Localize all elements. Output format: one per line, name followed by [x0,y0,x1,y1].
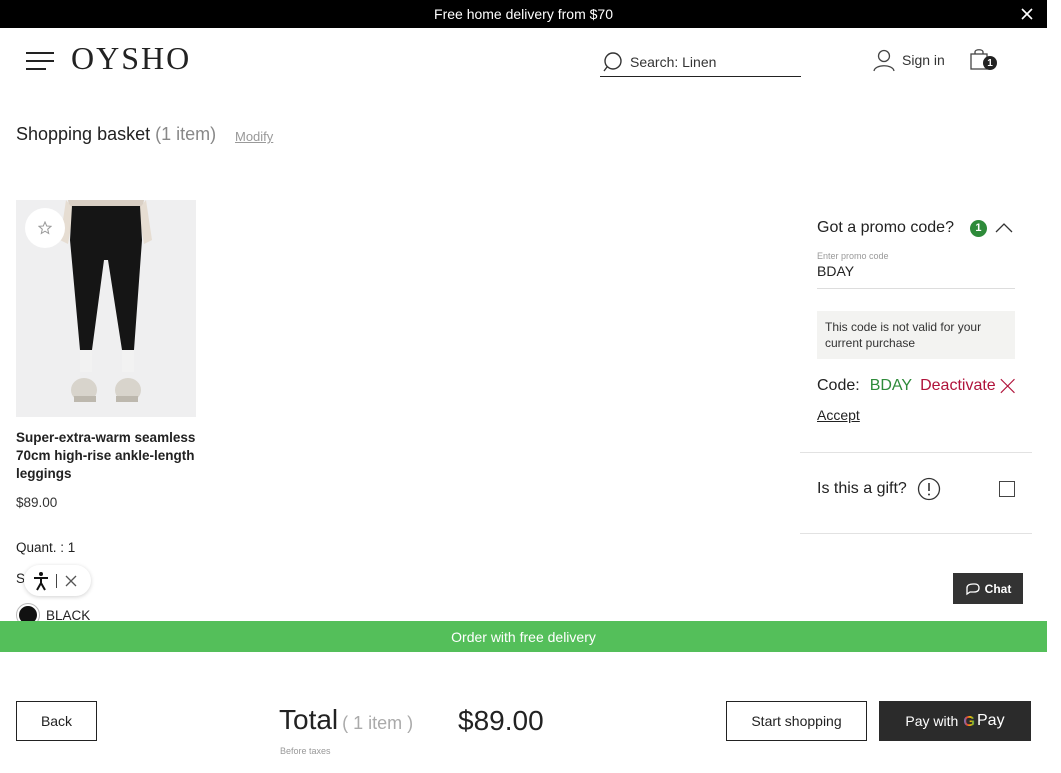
promo-field-label: Enter promo code [817,251,889,261]
product-image[interactable] [16,200,196,417]
promo-count-badge: 1 [969,219,987,237]
accept-button[interactable]: Accept [817,407,860,423]
close-icon[interactable] [1019,6,1035,22]
logo[interactable]: OYSHO [71,40,191,77]
product-price: $89.00 [16,495,58,510]
chat-label: Chat [984,581,1012,596]
menu-icon[interactable] [26,52,54,70]
gift-label: Is this a gift? [817,480,907,497]
free-delivery-text: Order with free delivery [451,628,596,645]
product-name[interactable]: Super-extra-warm seamless 70cm high-rise… [16,429,196,483]
bag-count-badge: 1 [983,56,997,70]
shopping-bag-button[interactable]: 1 [970,48,1000,74]
accessibility-widget[interactable] [24,565,91,596]
total-label: Total [279,704,339,735]
product-card: Super-extra-warm seamless 70cm high-rise… [16,200,196,555]
site-header: OYSHO Search: Linen Sign in 1 [0,28,1047,92]
code-label: Code: [817,377,860,394]
gpay-prefix: Pay with [905,713,959,729]
divider [800,452,1032,453]
basket-count: (1 item) [155,124,217,144]
basket-title-text: Shopping basket [16,124,151,144]
gpay-pay-text: Pay [977,712,1005,729]
total-summary: Total ( 1 item ) [279,704,413,736]
taxes-note: Before taxes [280,746,331,756]
start-shopping-button[interactable]: Start shopping [726,701,867,741]
total-price: $89.00 [458,705,544,736]
modify-link[interactable]: Modify [235,129,273,144]
user-icon [873,49,895,72]
close-icon[interactable] [65,575,77,587]
promo-toggle[interactable]: Got a promo code? 1 [817,217,1015,239]
page-title: Shopping basket (1 item) [16,124,216,145]
search-icon [603,52,622,72]
total-items: ( 1 item ) [342,713,414,733]
deactivate-button[interactable]: Deactivate [920,377,996,395]
promo-panel: Got a promo code? 1 Enter promo code BDA… [817,217,1015,425]
chevron-up-icon[interactable] [995,223,1013,233]
code-value: BDAY [869,377,913,394]
gift-option: Is this a gift? [817,477,1017,501]
star-icon [38,221,52,235]
wishlist-button[interactable] [25,208,65,248]
promo-code-field[interactable]: Enter promo code BDAY [817,251,1015,289]
chat-icon [966,582,980,595]
chat-button[interactable]: Chat [953,573,1023,604]
google-pay-button[interactable]: Pay with G Pay [879,701,1031,741]
back-button[interactable]: Back [16,701,97,741]
divider [800,533,1032,534]
accessibility-icon[interactable] [32,571,50,591]
applied-code-row: Code: BDAY Deactivate [817,377,1015,395]
close-icon[interactable] [1000,377,1015,395]
product-quantity: Quant. : 1 [16,540,76,555]
banner-text: Free home delivery from $70 [434,6,613,22]
google-g-logo: G [963,712,975,730]
sign-in-link[interactable]: Sign in [872,48,945,72]
promo-field-value[interactable]: BDAY [817,263,1015,279]
info-icon[interactable] [917,477,941,501]
free-delivery-bar: Order with free delivery [0,621,1047,652]
gift-checkbox[interactable] [999,481,1015,497]
top-banner: Free home delivery from $70 [0,0,1047,28]
promo-error-message: This code is not valid for your current … [817,311,1015,359]
promo-heading: Got a promo code? [817,219,954,236]
sign-in-label: Sign in [902,52,945,68]
search-input[interactable]: Search: Linen [600,48,801,77]
search-text: Search: Linen [630,54,717,70]
